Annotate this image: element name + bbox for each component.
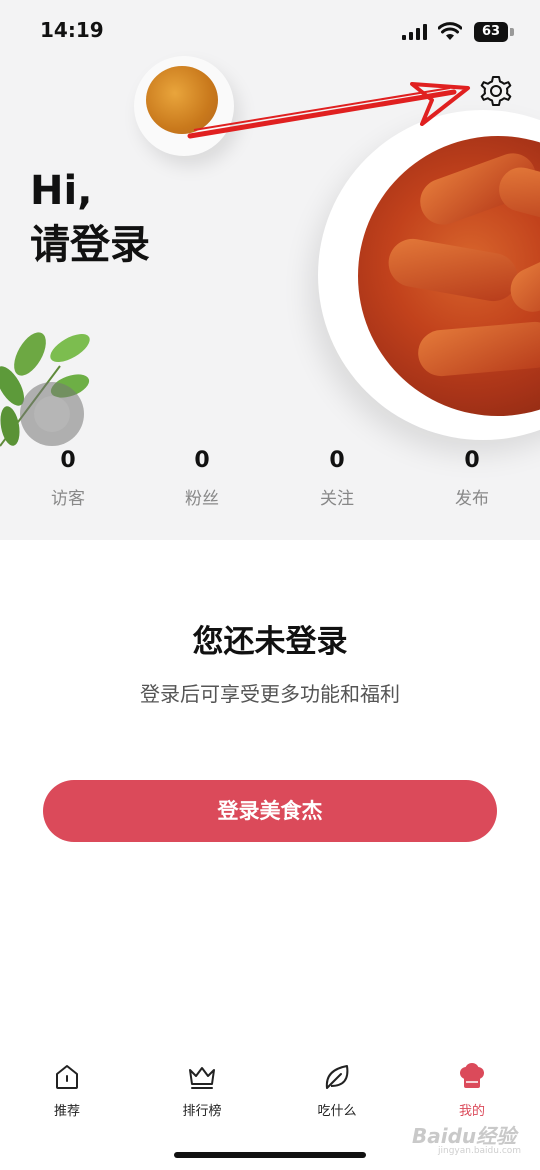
tab-recommend[interactable]: 推荐	[22, 1062, 112, 1119]
chef-hat-icon	[460, 1063, 484, 1088]
watermark-url: jingyan.baidu.com	[438, 1146, 522, 1156]
crayfish-dish-image	[318, 110, 540, 440]
battery-level: 63	[474, 22, 508, 42]
stat-fans[interactable]: 0 粉丝	[152, 446, 252, 509]
tab-mine[interactable]: 我的	[427, 1062, 517, 1119]
tab-label: 吃什么	[317, 1104, 357, 1119]
wifi-icon	[438, 22, 462, 40]
tab-ranking[interactable]: 排行榜	[157, 1062, 247, 1119]
watermark-text: Baidu经验	[412, 1124, 517, 1148]
profile-header: 14:19 63 Hi, 请登录 0 访客 0 粉丝 0 关注 0 发布	[0, 0, 540, 540]
tab-label: 排行榜	[182, 1104, 222, 1119]
login-button[interactable]: 登录美食杰	[43, 780, 497, 842]
leaf-icon	[325, 1065, 349, 1089]
stat-visitors[interactable]: 0 访客	[18, 446, 118, 509]
battery-icon: 63	[474, 22, 514, 42]
stat-value: 0	[60, 448, 76, 473]
tab-label: 推荐	[53, 1104, 80, 1119]
gear-icon[interactable]	[478, 74, 514, 110]
login-greeting[interactable]: Hi, 请登录	[30, 164, 150, 272]
stat-value: 0	[464, 448, 480, 473]
stat-value: 0	[194, 448, 210, 473]
not-logged-in-subtitle: 登录后可享受更多功能和福利	[140, 682, 400, 706]
crown-icon	[189, 1067, 215, 1089]
stat-value: 0	[329, 448, 345, 473]
greeting-login-prompt[interactable]: 请登录	[30, 218, 150, 272]
home-icon	[56, 1065, 78, 1089]
status-time: 14:19	[40, 18, 104, 42]
not-logged-in-title: 您还未登录	[192, 624, 348, 660]
stat-label: 关注	[320, 489, 354, 509]
greeting-hi: Hi,	[30, 168, 93, 214]
cellular-signal-icon	[402, 24, 427, 40]
tab-label: 我的	[458, 1104, 485, 1119]
stat-label: 粉丝	[185, 489, 219, 509]
stat-posts[interactable]: 0 发布	[422, 446, 522, 509]
home-indicator[interactable]	[174, 1152, 366, 1158]
stat-label: 访客	[51, 489, 85, 509]
tab-what-to-eat[interactable]: 吃什么	[292, 1062, 382, 1119]
status-bar: 14:19 63	[0, 0, 540, 64]
annotation-arrow	[187, 82, 470, 139]
leaves-decoration	[0, 332, 90, 447]
stat-following[interactable]: 0 关注	[287, 446, 387, 509]
profile-stats: 0 访客 0 粉丝 0 关注 0 发布	[0, 446, 540, 516]
stat-label: 发布	[455, 489, 489, 509]
